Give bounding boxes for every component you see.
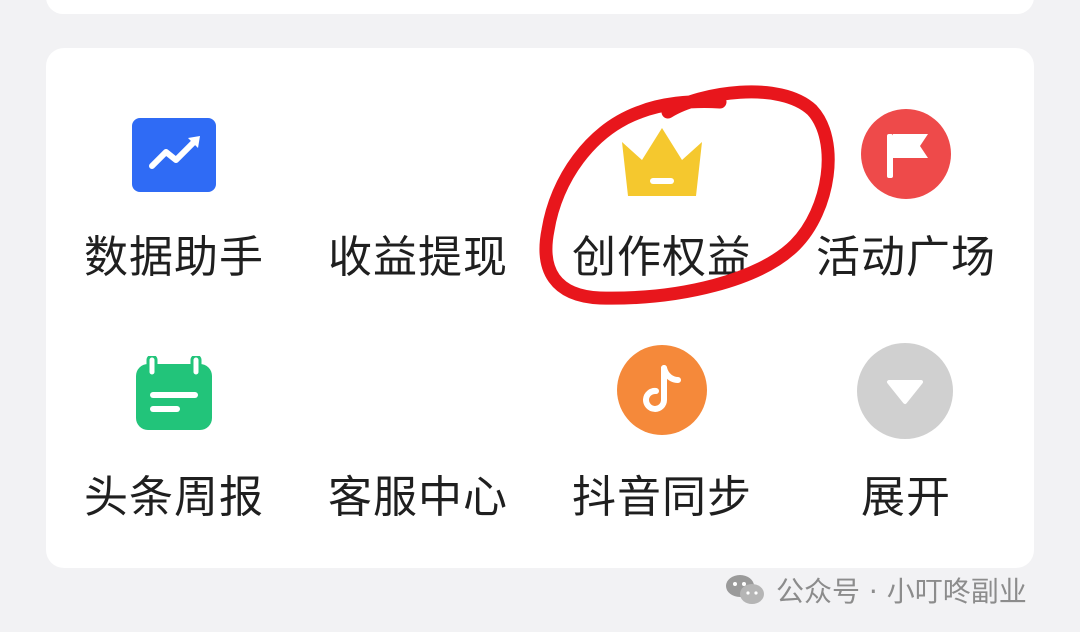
menu-item-label: 数据助手	[84, 232, 264, 283]
calendar-icon	[136, 356, 212, 430]
trend-chart-icon	[132, 118, 216, 192]
watermark-text: 公众号 · 小叮咚副业	[776, 575, 1027, 608]
flag-icon	[861, 109, 951, 199]
menu-item-toutiao-weekly[interactable]: 头条周报	[54, 350, 294, 530]
menu-item-label: 客服中心	[328, 472, 508, 523]
menu-item-label: 收益提现	[328, 232, 508, 283]
tiktok-icon	[617, 345, 707, 435]
menu-item-label: 创作权益	[572, 232, 752, 283]
menu-item-label: 抖音同步	[572, 472, 752, 523]
menu-item-expand[interactable]: 展开	[786, 343, 1026, 530]
expand-down-icon	[857, 343, 953, 439]
menu-item-activity-square[interactable]: 活动广场	[786, 109, 1026, 290]
wechat-icon	[726, 575, 764, 604]
menu-item-earnings-withdraw[interactable]: 收益提现	[298, 110, 538, 290]
menu-item-creator-benefits[interactable]: 创作权益	[542, 110, 782, 290]
top-card	[46, 0, 1034, 14]
menu-item-label: 活动广场	[816, 232, 996, 283]
menu-item-label: 头条周报	[84, 472, 264, 523]
menu-item-customer-service[interactable]: 客服中心	[298, 350, 538, 530]
menu-item-douyin-sync[interactable]: 抖音同步	[542, 345, 782, 530]
menu-item-label: 展开	[861, 472, 951, 523]
crown-icon	[622, 128, 702, 196]
menu-item-data-assistant[interactable]: 数据助手	[54, 110, 294, 290]
watermark: 公众号 · 小叮咚副业	[724, 570, 1027, 610]
